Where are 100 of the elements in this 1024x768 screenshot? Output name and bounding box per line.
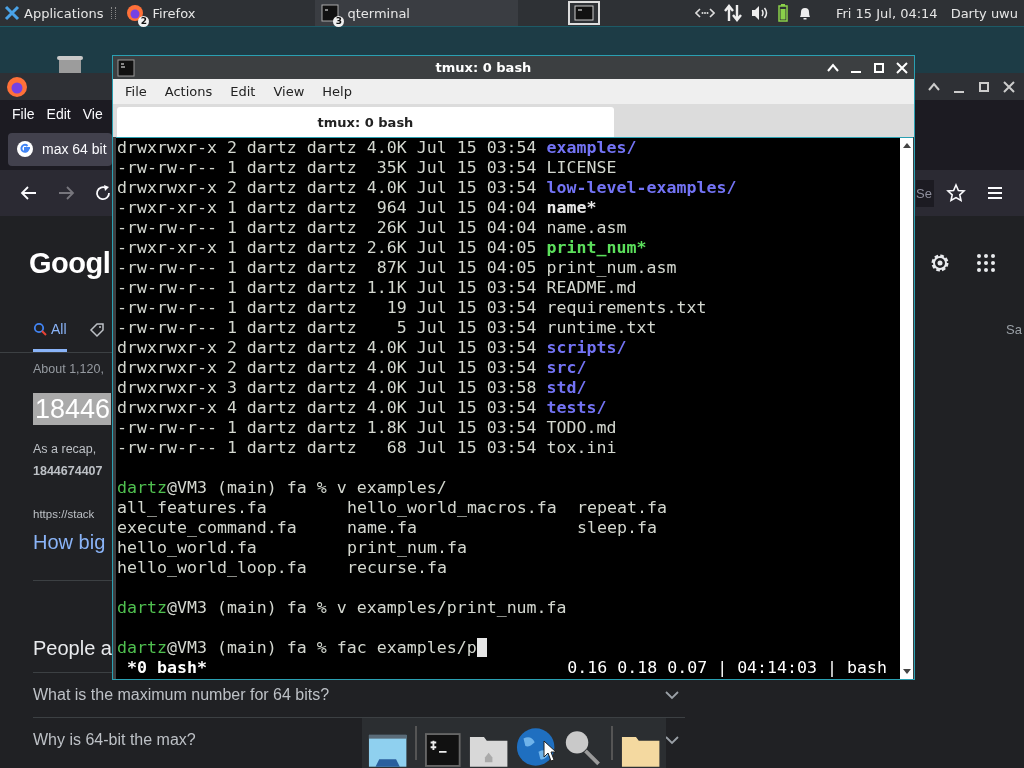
file-name: scripts/ <box>546 338 627 358</box>
taskbar-button[interactable]: 2 Firefox <box>120 0 316 26</box>
file-name: execute_command.fa <box>117 518 298 538</box>
magnifier-icon[interactable] <box>563 728 603 768</box>
search-tab[interactable]: Sa <box>1006 322 1024 337</box>
answer-highlight: 18446 <box>33 393 111 425</box>
file-name: runtime.txt <box>546 318 657 338</box>
file-info: drwxrwxr-x 3 dartz dartz 4.0K Jul 15 03:58 <box>117 378 537 398</box>
maximize-icon[interactable] <box>977 79 991 94</box>
terminal-icon <box>117 58 135 77</box>
google-g-icon <box>16 140 34 158</box>
result-link[interactable]: How big <box>33 530 106 554</box>
apps-grid-icon[interactable] <box>976 253 996 273</box>
file-name: name* <box>546 198 597 218</box>
clock[interactable]: Fri 15 Jul, 04:14 <box>835 5 938 21</box>
file-name: TODO.md <box>546 418 617 438</box>
snippet-number: 1844674407 <box>33 463 103 479</box>
prompt-user: dartz <box>117 478 167 498</box>
terminal-icon[interactable] <box>425 732 461 768</box>
google-logo[interactable]: Googl <box>29 246 111 280</box>
file-info: drwxrwxr-x 2 dartz dartz 4.0K Jul 15 03:54 <box>117 178 537 198</box>
snippet-text: As a recap, <box>33 441 97 457</box>
file-info: -rw-rw-r-- 1 dartz dartz 19 Jul 15 03:54 <box>117 298 537 318</box>
file-name: repeat.fa <box>577 498 668 518</box>
menu-item[interactable]: File <box>12 106 35 122</box>
question-text[interactable]: What is the maximum number for 64 bits? <box>33 686 330 704</box>
menu-item[interactable]: View <box>273 84 305 99</box>
back-arrow-icon[interactable] <box>20 184 38 202</box>
menu-icon[interactable] <box>986 185 1004 201</box>
count-badge: 2 <box>138 16 150 27</box>
menu-item[interactable]: Edit <box>46 106 71 122</box>
menu-item[interactable]: Help <box>322 84 352 99</box>
file-info: -rw-rw-r-- 1 dartz dartz 1.8K Jul 15 03:54 <box>117 418 537 438</box>
file-name: print_num* <box>546 238 647 258</box>
file-name: sleep.fa <box>577 518 658 538</box>
terminal-tab[interactable]: tmux: 0 bash <box>117 107 614 137</box>
browser-tab[interactable]: max 64 bit <box>8 132 112 166</box>
file-info: -rw-rw-r-- 1 dartz dartz 68 Jul 15 03:54 <box>117 438 537 458</box>
count-badge: 3 <box>333 16 345 27</box>
menu-item[interactable]: Actions <box>164 84 213 99</box>
chevron-down-icon[interactable] <box>665 735 679 745</box>
file-info: -rwxr-xr-x 1 dartz dartz 964 Jul 15 04:04 <box>117 198 537 218</box>
command-text: fac examples/p <box>336 638 477 658</box>
tmux-window-label: *0 bash* <box>127 658 207 678</box>
applications-menu[interactable]: Applications <box>0 0 108 26</box>
file-name: name.asm <box>546 218 627 238</box>
section-heading: People a <box>33 636 112 660</box>
caret-up-icon[interactable] <box>827 61 839 74</box>
file-info: -rw-rw-r-- 1 dartz dartz 35K Jul 15 03:54 <box>117 158 537 178</box>
firefox-icon <box>126 4 145 22</box>
search-field[interactable]: Se <box>916 179 934 207</box>
file-info: -rw-rw-r-- 1 dartz dartz 1.1K Jul 15 03:54 <box>117 278 537 298</box>
scrollbar[interactable] <box>900 138 913 679</box>
workspace-switcher[interactable] <box>568 1 601 25</box>
menu-item[interactable]: Vie <box>82 106 103 122</box>
network-icon[interactable] <box>694 6 715 20</box>
battery-icon[interactable] <box>777 4 788 22</box>
terminal-icon <box>574 5 595 21</box>
tag-icon[interactable] <box>88 322 105 338</box>
prompt-text: @VM3 (main) fa % <box>166 638 327 658</box>
terminal-icon <box>321 4 340 22</box>
file-info: drwxrwxr-x 2 dartz dartz 4.0K Jul 15 03:54 <box>117 338 537 358</box>
file-name: print_num.asm <box>546 258 677 278</box>
result-url[interactable]: https://stack <box>33 506 95 522</box>
question-text[interactable]: Why is 64-bit the max? <box>33 731 196 749</box>
file-name: hello_world_loop.fa <box>117 558 308 578</box>
menu-item[interactable]: Edit <box>230 84 256 99</box>
tmux-status-info: 0.16 0.18 0.07 | 04:14:03 | bash <box>567 658 887 678</box>
command-text: v examples/print_num.fa <box>336 598 567 618</box>
transfer-icon[interactable] <box>723 4 742 22</box>
star-icon[interactable] <box>946 183 966 203</box>
trash-icon[interactable] <box>54 54 86 74</box>
command-text: v examples/ <box>336 478 447 498</box>
search-tab[interactable]: All <box>33 321 67 352</box>
user-name[interactable]: Darty uwu <box>950 5 1018 21</box>
search-icon <box>33 322 47 336</box>
file-info: drwxrwxr-x 2 dartz dartz 4.0K Jul 15 03:54 <box>117 358 537 378</box>
file-name: low-level-examples/ <box>546 178 737 198</box>
mouse-pointer-icon <box>543 740 557 762</box>
prompt-user: dartz <box>117 598 167 618</box>
file-info: -rw-rw-r-- 1 dartz dartz 87K Jul 15 04:05 <box>117 258 537 278</box>
maximize-icon[interactable] <box>873 61 885 74</box>
file-info: drwxrwxr-x 2 dartz dartz 4.0K Jul 15 03:54 <box>117 138 537 158</box>
tab-title: max 64 bit <box>42 141 107 157</box>
forward-arrow-icon[interactable] <box>57 184 75 202</box>
menu-item[interactable]: File <box>125 84 147 99</box>
file-name: hello_world.fa <box>117 538 258 558</box>
file-name: README.md <box>546 278 637 298</box>
scroll-up-icon[interactable] <box>901 141 912 149</box>
file-name: recurse.fa <box>347 558 448 578</box>
close-icon[interactable] <box>1002 79 1016 94</box>
reload-icon[interactable] <box>94 184 112 202</box>
volume-icon[interactable] <box>750 5 769 21</box>
chevron-down-icon[interactable] <box>665 690 679 700</box>
file-name: requirements.txt <box>546 298 707 318</box>
file-info: drwxrwxr-x 4 dartz dartz 4.0K Jul 15 03:54 <box>117 398 537 418</box>
scroll-down-icon[interactable] <box>901 668 912 676</box>
file-name: std/ <box>546 378 587 398</box>
xfce-x-icon <box>4 5 20 21</box>
taskbar-button[interactable]: 3 qterminal <box>315 0 519 26</box>
